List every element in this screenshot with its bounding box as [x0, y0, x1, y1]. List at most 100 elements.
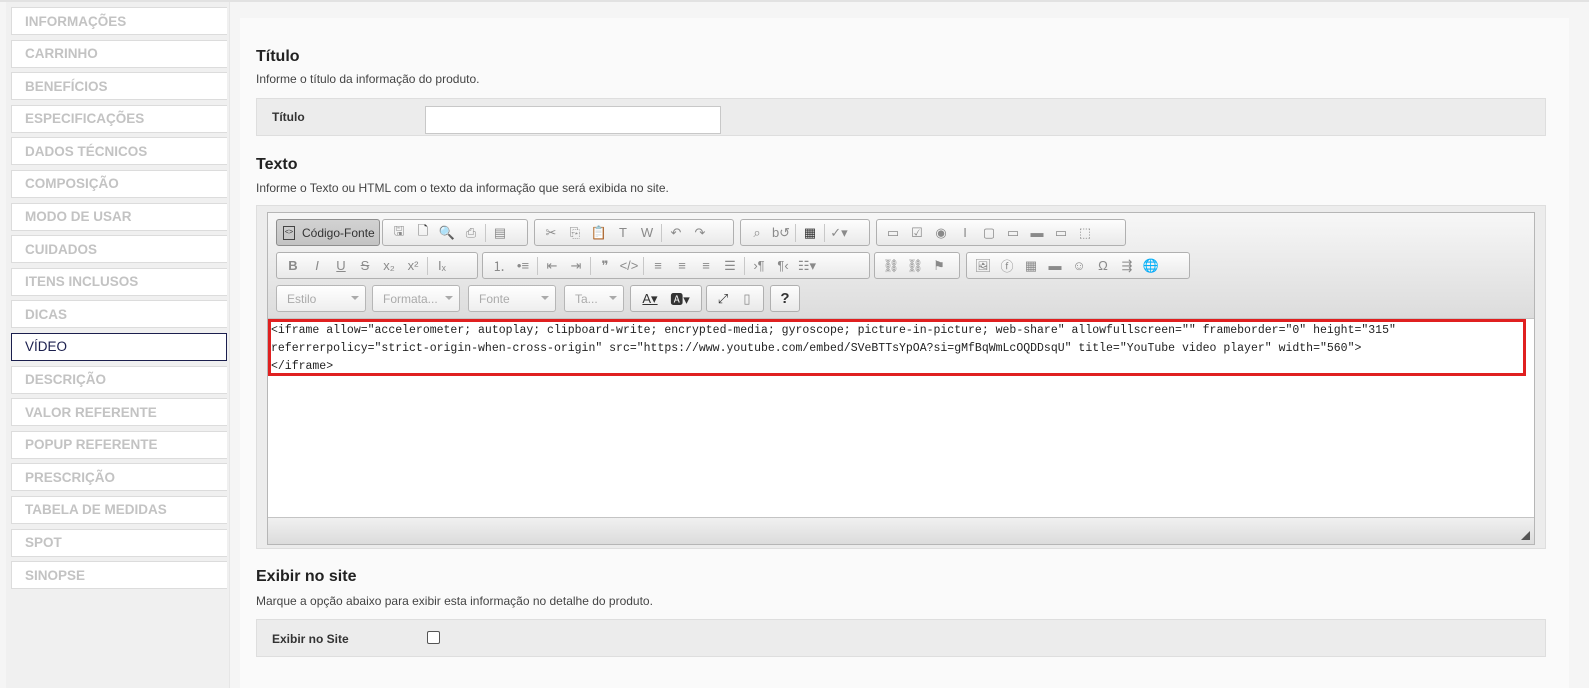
sidebar-item-beneficios[interactable]: BENEFÍCIOS: [11, 72, 227, 101]
hidden-field-icon[interactable]: ⬚: [1073, 222, 1097, 243]
toolbar-group-document: 🖫 🗋 🔍 ⎙ ▤: [382, 219, 528, 246]
button-field-icon[interactable]: ▬: [1025, 222, 1049, 243]
sidebar-item-tabela-de-medidas[interactable]: TABELA DE MEDIDAS: [11, 495, 227, 524]
image-button-icon[interactable]: ▭: [1049, 222, 1073, 243]
redo-icon[interactable]: ↷: [688, 222, 712, 243]
sidebar-item-video[interactable]: VÍDEO: [11, 332, 227, 361]
paste-word-icon[interactable]: W: [635, 222, 659, 243]
toolbar-separator: [795, 223, 796, 242]
special-char-icon[interactable]: Ω: [1091, 255, 1115, 276]
font-select[interactable]: Fonte: [468, 285, 556, 312]
link-icon[interactable]: ⛓: [879, 255, 903, 276]
maximize-icon[interactable]: ⤢: [711, 288, 735, 309]
textarea-icon[interactable]: ▢: [977, 222, 1001, 243]
iframe-icon[interactable]: 🌐: [1139, 255, 1163, 276]
italic-icon[interactable]: I: [305, 255, 329, 276]
smiley-icon[interactable]: ☺: [1067, 255, 1091, 276]
sidebar-item-itens-inclusos[interactable]: ITENS INCLUSOS: [11, 267, 227, 296]
toolbar-group-clipboard: ✂ ⎘ 📋 T W ↶ ↷: [534, 219, 734, 246]
textfield-icon[interactable]: I: [953, 222, 977, 243]
titulo-input[interactable]: [425, 106, 721, 134]
sidebar-item-cuidados[interactable]: CUIDADOS: [11, 235, 227, 264]
underline-icon[interactable]: U: [329, 255, 353, 276]
text-color-icon[interactable]: A▾: [635, 288, 665, 309]
sidebar-item-modo-de-usar[interactable]: MODO DE USAR: [11, 202, 227, 231]
sidebar-item-especificacoes[interactable]: ESPECIFICAÇÕES: [11, 104, 227, 133]
image-icon[interactable]: 🖼: [971, 255, 995, 276]
sidebar-item-descricao[interactable]: DESCRIÇÃO: [11, 365, 227, 394]
texto-editor-row: <> Código-Fonte 🖫 🗋 🔍 ⎙ ▤ ✂ ⎘ 📋 T W ↶ ↷ …: [256, 205, 1546, 549]
spellcheck-icon[interactable]: ✓▾: [827, 222, 851, 243]
indent-icon[interactable]: ⇥: [564, 255, 588, 276]
print-icon[interactable]: ⎙: [459, 222, 483, 243]
sidebar-item-spot[interactable]: SPOT: [11, 528, 227, 557]
strikethrough-icon[interactable]: S: [353, 255, 377, 276]
sidebar-item-popup-referente[interactable]: POPUP REFERENTE: [11, 430, 227, 459]
format-select[interactable]: Formata...: [372, 285, 460, 312]
preview-icon[interactable]: 🔍: [435, 222, 459, 243]
subscript-icon[interactable]: x₂: [377, 255, 401, 276]
show-blocks-icon[interactable]: ▯: [735, 288, 759, 309]
templates-icon[interactable]: ▤: [488, 222, 512, 243]
align-left-icon[interactable]: ≡: [646, 255, 670, 276]
paste-icon[interactable]: 📋: [587, 222, 611, 243]
background-color-icon[interactable]: 🅰▾: [665, 288, 695, 309]
sidebar: INFORMAÇÕES CARRINHO BENEFÍCIOS ESPECIFI…: [6, 2, 230, 688]
texto-description: Informe o Texto ou HTML com o texto da i…: [256, 181, 669, 195]
new-page-icon[interactable]: 🗋: [411, 222, 435, 243]
rtl-icon[interactable]: ¶‹: [771, 255, 795, 276]
help-icon[interactable]: ?: [773, 288, 797, 309]
paste-text-icon[interactable]: T: [611, 222, 635, 243]
sidebar-item-prescricao[interactable]: PRESCRIÇÃO: [11, 463, 227, 492]
sidebar-item-valor-referente[interactable]: VALOR REFERENTE: [11, 398, 227, 427]
exibir-no-site-checkbox[interactable]: [427, 631, 440, 644]
find-icon[interactable]: ⌕: [745, 222, 769, 243]
div-icon[interactable]: </>: [617, 255, 641, 276]
chevron-down-icon: [609, 296, 617, 300]
source-code-textarea[interactable]: <iframe allow="accelerometer; autoplay; …: [268, 320, 1534, 516]
superscript-icon[interactable]: x²: [401, 255, 425, 276]
sidebar-item-sinopse[interactable]: SINOPSE: [11, 561, 227, 590]
anchor-flag-icon[interactable]: ⚑: [927, 255, 951, 276]
select-field-icon[interactable]: ▭: [1001, 222, 1025, 243]
cut-icon[interactable]: ✂: [539, 222, 563, 243]
radio-icon[interactable]: ◉: [929, 222, 953, 243]
page-break-icon[interactable]: ⇶: [1115, 255, 1139, 276]
blockquote-icon[interactable]: ❞: [593, 255, 617, 276]
flash-icon[interactable]: ⓕ: [995, 255, 1019, 276]
toolbar-group-find: ⌕ b↺ ▦ ✓▾: [740, 219, 870, 246]
style-select[interactable]: Estilo: [276, 285, 366, 312]
form-icon[interactable]: ▭: [881, 222, 905, 243]
editor-toolbar: <> Código-Fonte 🖫 🗋 🔍 ⎙ ▤ ✂ ⎘ 📋 T W ↶ ↷ …: [268, 213, 1534, 319]
sidebar-item-composicao[interactable]: COMPOSIÇÃO: [11, 169, 227, 198]
select-all-icon[interactable]: ▦: [798, 222, 822, 243]
save-icon[interactable]: 🖫: [387, 222, 411, 243]
ltr-icon[interactable]: ›¶: [747, 255, 771, 276]
align-center-icon[interactable]: ≡: [670, 255, 694, 276]
sidebar-item-dicas[interactable]: DICAS: [11, 300, 227, 329]
bulleted-list-icon[interactable]: •≡: [511, 255, 535, 276]
copy-icon[interactable]: ⎘: [563, 222, 587, 243]
sidebar-item-informacoes[interactable]: INFORMAÇÕES: [11, 7, 227, 35]
numbered-list-icon[interactable]: ⒈: [487, 255, 511, 276]
sidebar-item-dados-tecnicos[interactable]: DADOS TÉCNICOS: [11, 137, 227, 166]
bold-icon[interactable]: B: [281, 255, 305, 276]
justify-icon[interactable]: ☰: [718, 255, 742, 276]
texto-heading: Texto: [256, 156, 298, 173]
replace-icon[interactable]: b↺: [769, 222, 793, 243]
style-select-label: Estilo: [287, 291, 317, 306]
align-right-icon[interactable]: ≡: [694, 255, 718, 276]
undo-icon[interactable]: ↶: [664, 222, 688, 243]
unlink-icon[interactable]: ⛓: [903, 255, 927, 276]
checkbox-icon[interactable]: ☑: [905, 222, 929, 243]
remove-format-icon[interactable]: Iₓ: [430, 255, 454, 276]
source-code-icon: <>: [283, 225, 295, 240]
horizontal-rule-icon[interactable]: ▬: [1043, 255, 1067, 276]
table-icon[interactable]: ▦: [1019, 255, 1043, 276]
outdent-icon[interactable]: ⇤: [540, 255, 564, 276]
source-code-button[interactable]: <> Código-Fonte: [276, 219, 380, 246]
size-select[interactable]: Ta...: [564, 285, 624, 312]
sidebar-item-carrinho[interactable]: CARRINHO: [11, 39, 227, 68]
language-icon[interactable]: ☷▾: [795, 255, 819, 276]
resize-handle-icon[interactable]: [1521, 531, 1530, 540]
